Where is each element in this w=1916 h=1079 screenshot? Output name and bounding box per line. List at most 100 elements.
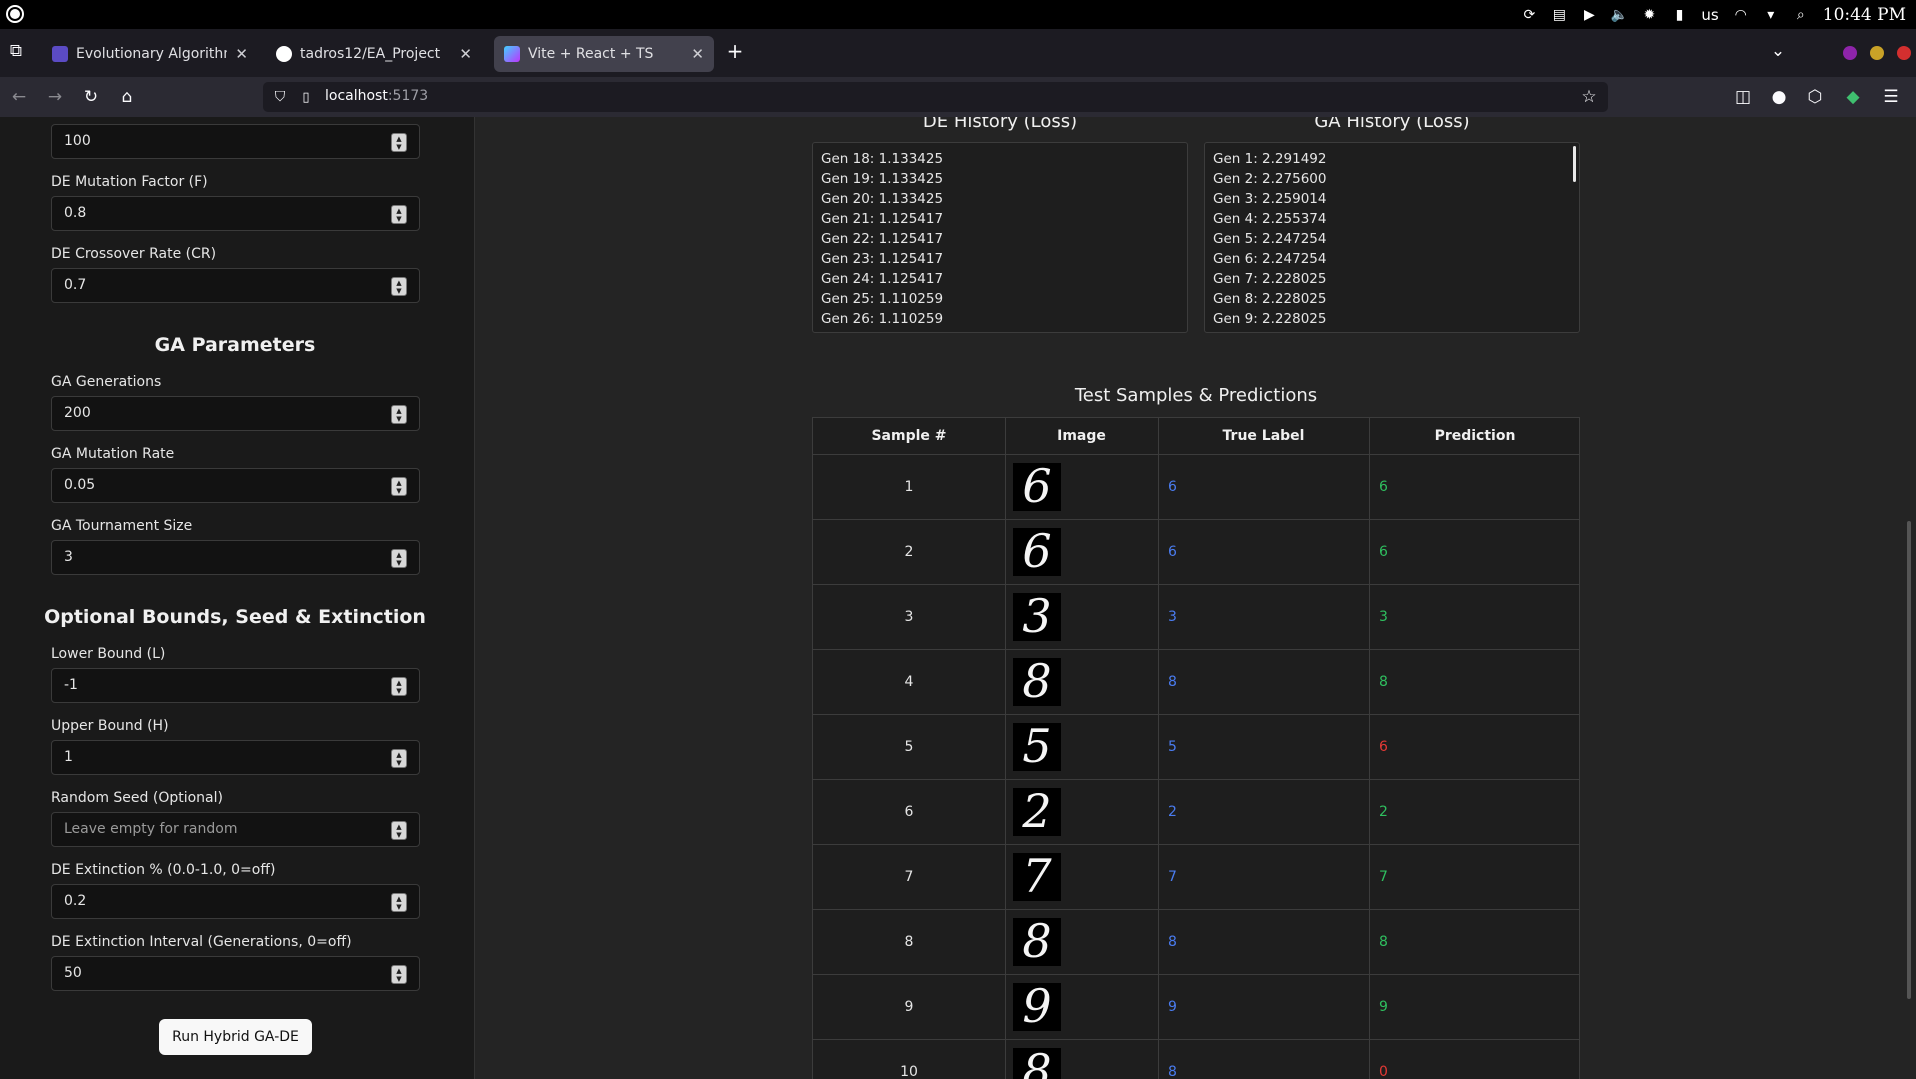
stepper-icon[interactable]: ▲ ▼ [391, 893, 407, 912]
stepper-icon[interactable]: ▲ ▼ [391, 677, 407, 696]
sample-number: 3 [904, 609, 914, 625]
de-extinction-interval-input[interactable]: ▲▼ [51, 956, 420, 991]
sample-number: 9 [904, 999, 914, 1015]
scrollbar-thumb[interactable] [1907, 521, 1911, 999]
upper-bound-field[interactable] [64, 749, 364, 765]
stepper-icon[interactable]: ▲ ▼ [391, 477, 407, 496]
extensions-icon[interactable]: ⬡ [1804, 86, 1826, 108]
ga-generations-input[interactable]: ▲▼ [51, 396, 420, 431]
ga-mutation-input[interactable]: ▲▼ [51, 468, 420, 503]
sync-icon[interactable]: ⟳ [1521, 7, 1537, 23]
battery-icon[interactable]: ▮ [1671, 7, 1687, 23]
address-bar[interactable]: ⛉ ▯ localhost:5173 ☆ [263, 82, 1608, 112]
tab-title: tadros12/EA_Project [300, 46, 441, 62]
ga-history-list[interactable]: Gen 1: 2.291492 Gen 2: 2.275600 Gen 3: 2.2… [1204, 142, 1580, 333]
digit-glyph: 3 [1022, 593, 1052, 641]
de-history-list[interactable]: Gen 17: 1.133425 Gen 18: 1.133425 Gen 19: … [812, 142, 1188, 333]
random-seed-field[interactable] [64, 821, 364, 837]
pocket-icon[interactable]: ◫ [1732, 86, 1754, 108]
table-row: 4 8 8 8 [813, 650, 1579, 715]
digit-image: 9 [1013, 983, 1061, 1031]
tab-overview-icon[interactable]: ⧉ [5, 40, 27, 62]
maximize-button[interactable] [1870, 46, 1884, 60]
ga-mutation-field[interactable] [64, 477, 364, 493]
de-mutation-field[interactable] [64, 205, 364, 221]
page-scrollbar[interactable] [1902, 117, 1916, 1079]
de-crossover-label: DE Crossover Rate (CR) [51, 246, 217, 262]
table-row: 8 8 8 8 [813, 910, 1579, 975]
menu-icon[interactable]: ☰ [1880, 86, 1902, 108]
tab-ea-project[interactable]: tadros12/EA_Project ✕ [266, 36, 482, 72]
table-row: 2 6 6 6 [813, 520, 1579, 585]
url-text[interactable]: localhost:5173 [325, 88, 428, 104]
stepper-icon[interactable]: ▲ ▼ [391, 405, 407, 424]
digit-glyph: 7 [1022, 853, 1052, 901]
page-info-icon[interactable]: ▯ [295, 86, 317, 108]
list-tabs-icon[interactable]: ⌄ [1767, 40, 1789, 62]
volume-icon[interactable]: 🔈 [1611, 7, 1628, 23]
sample-number: 5 [904, 739, 914, 755]
prediction: 6 [1379, 544, 1388, 560]
optional-heading: Optional Bounds, Seed & Extinction [44, 606, 426, 628]
ga-generations-field[interactable] [64, 405, 364, 421]
de-extinction-pct-field[interactable] [64, 893, 364, 909]
population-input-field[interactable] [64, 133, 364, 149]
search-icon[interactable]: ⌕ [1793, 7, 1809, 23]
minimize-button[interactable] [1843, 46, 1857, 60]
close-icon[interactable]: ✕ [691, 45, 704, 63]
de-crossover-field[interactable] [64, 277, 364, 293]
ga-tournament-input[interactable]: ▲▼ [51, 540, 420, 575]
true-label: 7 [1168, 869, 1177, 885]
close-icon[interactable]: ✕ [235, 45, 248, 63]
table-row: 6 2 2 2 [813, 780, 1579, 845]
de-extinction-interval-field[interactable] [64, 965, 364, 981]
play-icon[interactable]: ▶ [1581, 7, 1597, 23]
de-mutation-input[interactable]: ▲▼ [51, 196, 420, 231]
shield-extension-icon[interactable]: ◆ [1842, 86, 1864, 108]
new-tab-icon[interactable]: + [724, 39, 746, 63]
stepper-icon[interactable]: ▲ ▼ [391, 749, 407, 768]
stepper-icon[interactable]: ▲ ▼ [391, 133, 407, 152]
true-label: 3 [1168, 609, 1177, 625]
true-label: 8 [1168, 934, 1177, 950]
random-seed-label: Random Seed (Optional) [51, 790, 223, 806]
account-icon[interactable]: ● [1768, 86, 1790, 108]
shield-icon[interactable]: ⛉ [269, 86, 291, 108]
activities-icon[interactable] [6, 5, 24, 23]
close-window-button[interactable] [1897, 46, 1911, 60]
brightness-icon[interactable]: ✹ [1641, 7, 1657, 23]
run-hybrid-button[interactable]: Run Hybrid GA-DE [159, 1019, 312, 1055]
tab-evolutionary-algorithms[interactable]: Evolutionary Algorithms Pr ✕ [42, 36, 258, 72]
random-seed-input[interactable]: ▲▼ [51, 812, 420, 847]
clipboard-icon[interactable]: ▤ [1551, 7, 1567, 23]
stepper-icon[interactable]: ▲ ▼ [391, 277, 407, 296]
lower-bound-input[interactable]: ▲▼ [51, 668, 420, 703]
bookmark-star-icon[interactable]: ☆ [1578, 86, 1600, 108]
ga-tournament-field[interactable] [64, 549, 364, 565]
reload-icon[interactable]: ↻ [80, 86, 102, 108]
scrollbar-thumb[interactable] [1573, 146, 1576, 182]
keyboard-layout[interactable]: us [1701, 6, 1718, 24]
back-icon[interactable]: ← [8, 86, 30, 108]
forward-icon[interactable]: → [44, 86, 66, 108]
clock[interactable]: 10:44 PM [1823, 5, 1906, 25]
table-row: 10 8 8 0 [813, 1040, 1579, 1079]
population-input[interactable]: ▲▼ [51, 124, 420, 159]
wifi-icon[interactable]: ◠ [1733, 7, 1749, 23]
upper-bound-input[interactable]: ▲▼ [51, 740, 420, 775]
chevron-down-icon[interactable]: ▾ [1763, 7, 1779, 23]
stepper-icon[interactable]: ▲ ▼ [391, 965, 407, 984]
prediction: 0 [1379, 1064, 1388, 1079]
de-extinction-interval-label: DE Extinction Interval (Generations, 0=o… [51, 934, 352, 950]
home-icon[interactable]: ⌂ [116, 86, 138, 108]
de-extinction-pct-input[interactable]: ▲▼ [51, 884, 420, 919]
stepper-icon[interactable]: ▲ ▼ [391, 821, 407, 840]
history-line: Gen 18: 1.133425 [821, 151, 944, 167]
stepper-icon[interactable]: ▲ ▼ [391, 549, 407, 568]
tab-vite-react[interactable]: Vite + React + TS ✕ [494, 36, 714, 72]
close-icon[interactable]: ✕ [459, 45, 472, 63]
true-label: 6 [1168, 544, 1177, 560]
de-crossover-input[interactable]: ▲▼ [51, 268, 420, 303]
stepper-icon[interactable]: ▲ ▼ [391, 205, 407, 224]
lower-bound-field[interactable] [64, 677, 364, 693]
